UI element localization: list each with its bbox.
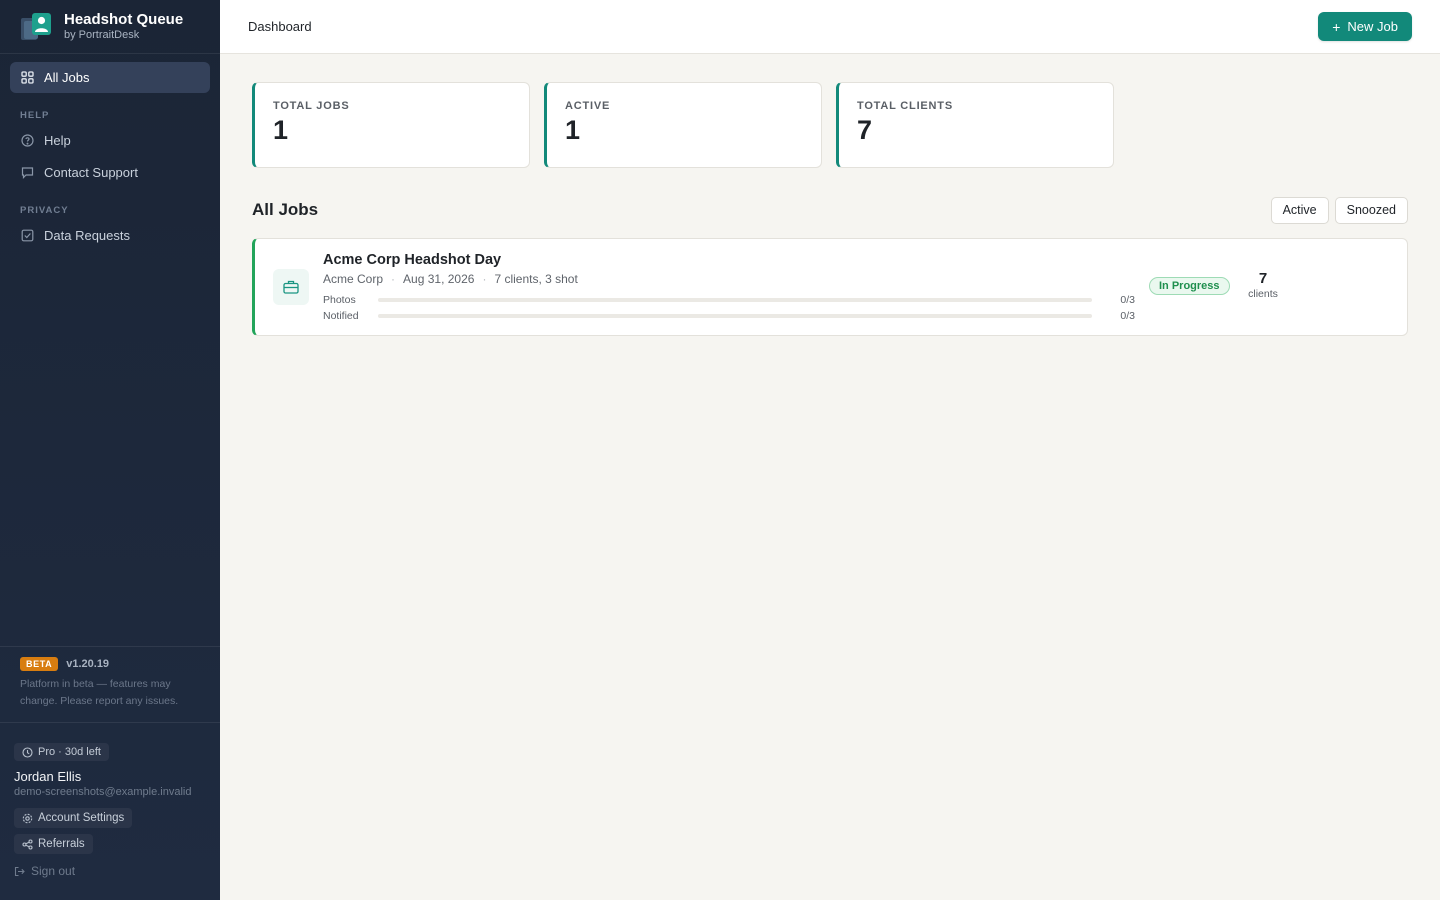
account-settings-button[interactable]: Account Settings (14, 808, 133, 828)
client-count-label: clients (1248, 288, 1278, 300)
sidebar-item-data-requests[interactable]: Data Requests (10, 220, 210, 251)
grid-icon (20, 71, 34, 85)
progress-label: Photos (323, 294, 356, 306)
job-card[interactable]: Acme Corp Headshot Day Acme Corp · Aug 3… (252, 238, 1408, 336)
job-summary: 7 clients, 3 shot (494, 272, 578, 286)
sidebar-nav: All Jobs HELP Help Contact Support PRIVA… (0, 54, 220, 251)
beta-note: Platform in beta — features may change. … (20, 678, 179, 707)
filter-snoozed-button[interactable]: Snoozed (1334, 196, 1408, 224)
account-settings-label: Account Settings (38, 812, 125, 824)
progress-bar (378, 314, 1092, 318)
referrals-label: Referrals (38, 838, 85, 850)
user-name: Jordan Ellis (14, 769, 82, 784)
job-filters: Active Snoozed (1270, 196, 1408, 224)
job-date: Aug 31, 2026 (403, 272, 475, 286)
section-label-help: HELP (20, 110, 50, 121)
new-job-label: New Job (1347, 19, 1398, 34)
sidebar-item-label: Contact Support (44, 165, 138, 180)
stat-card-total-jobs: TOTAL JOBS 1 (252, 82, 530, 168)
sign-out-label: Sign out (31, 864, 76, 878)
job-details: Acme Corp Headshot Day Acme Corp · Aug 3… (323, 252, 1135, 324)
chat-bubble-icon (20, 166, 34, 180)
help-circle-icon (20, 134, 34, 148)
sidebar-item-label: Help (44, 133, 71, 148)
stat-value: 1 (565, 115, 581, 145)
plan-label: Pro · 30d left (38, 746, 101, 758)
user-panel: Pro · 30d left Jordan Ellis demo-screens… (0, 723, 220, 900)
jobs-section-header: All Jobs Active Snoozed (252, 196, 1408, 224)
share-icon (22, 838, 33, 850)
stats-row: TOTAL JOBS 1 ACTIVE 1 TOTAL CLIENTS 7 (252, 82, 1408, 168)
stat-card-active: ACTIVE 1 (544, 82, 822, 168)
section-label-privacy: PRIVACY (20, 205, 69, 216)
job-client: Acme Corp (323, 272, 384, 286)
gear-icon (22, 813, 33, 824)
stat-card-total-clients: TOTAL CLIENTS 7 (836, 82, 1114, 168)
app-subtitle: by PortraitDesk (64, 29, 140, 41)
main-content: TOTAL JOBS 1 ACTIVE 1 TOTAL CLIENTS 7 Al… (252, 82, 1408, 336)
top-bar: Dashboard + New Job (220, 0, 1440, 54)
logout-icon (14, 866, 25, 877)
stat-value: 1 (273, 115, 289, 145)
job-meta: Acme Corp · Aug 31, 2026 · 7 clients, 3 … (323, 272, 1135, 287)
plan-badge[interactable]: Pro · 30d left (14, 743, 109, 761)
headshot-logo-icon (21, 12, 51, 40)
sign-out-link[interactable]: Sign out (14, 864, 206, 878)
status-badge: In Progress (1149, 277, 1230, 295)
sidebar-item-help[interactable]: Help (10, 125, 210, 156)
client-count-value: 7 (1258, 270, 1268, 287)
brand-header[interactable]: Headshot Queue by PortraitDesk (0, 0, 220, 54)
separator-dot: · (482, 272, 487, 286)
sidebar-item-all-jobs[interactable]: All Jobs (10, 62, 210, 93)
referrals-button[interactable]: Referrals (14, 834, 93, 854)
stat-label: ACTIVE (565, 100, 611, 112)
sidebar-item-label: Data Requests (44, 228, 130, 243)
briefcase-icon (273, 269, 309, 305)
sidebar-item-label: All Jobs (44, 70, 90, 85)
app-title: Headshot Queue (64, 11, 184, 28)
progress-bar (378, 298, 1092, 302)
separator-dot: · (391, 272, 396, 286)
breadcrumb: Dashboard (248, 19, 312, 34)
checkbox-icon (20, 229, 34, 243)
beta-notice: BETA v1.20.19 Platform in beta — feature… (0, 646, 220, 723)
stat-value: 7 (857, 115, 873, 145)
new-job-button[interactable]: + New Job (1318, 12, 1412, 41)
progress-count: 0/3 (1120, 294, 1135, 306)
client-count: 7 clients (1243, 270, 1283, 300)
plus-icon: + (1332, 18, 1341, 35)
progress-count: 0/3 (1120, 310, 1135, 322)
progress-row-notified: Notified 0/3 (323, 308, 1135, 324)
clock-icon (22, 746, 33, 758)
progress-label: Notified (323, 310, 359, 322)
user-email: demo-screenshots@example.invalid (14, 786, 192, 798)
job-title: Acme Corp Headshot Day (323, 252, 502, 268)
sidebar: Headshot Queue by PortraitDesk All Jobs … (0, 0, 220, 900)
progress-row-photos: Photos 0/3 (323, 292, 1135, 308)
version-label: v1.20.19 (66, 658, 110, 670)
section-title: All Jobs (252, 200, 319, 219)
beta-badge: BETA (20, 657, 59, 671)
filter-active-button[interactable]: Active (1270, 196, 1329, 224)
stat-label: TOTAL JOBS (273, 100, 350, 112)
sidebar-footer: BETA v1.20.19 Platform in beta — feature… (0, 646, 220, 900)
stat-label: TOTAL CLIENTS (857, 100, 953, 112)
sidebar-item-contact-support[interactable]: Contact Support (10, 157, 210, 188)
